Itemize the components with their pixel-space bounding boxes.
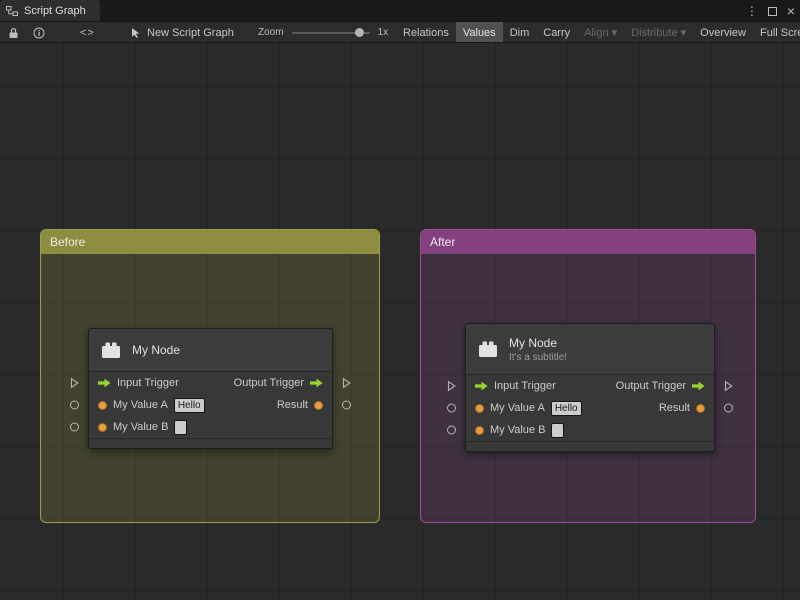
- zoom-slider[interactable]: [291, 27, 370, 37]
- lock-icon[interactable]: [8, 22, 19, 42]
- tab-script-graph[interactable]: Script Graph: [0, 0, 100, 21]
- value-b-port-external[interactable]: [447, 425, 456, 435]
- chevron-down-icon: ▾: [680, 27, 687, 39]
- node-header[interactable]: My Node It's a subtitle!: [466, 324, 714, 375]
- graph-toolbar: <> New Script Graph Zoom 1x Relations Va…: [0, 22, 800, 43]
- distribute-dropdown[interactable]: Distribute ▾: [624, 22, 693, 42]
- value-b-field[interactable]: [174, 419, 188, 435]
- node-title: My Node: [509, 335, 558, 350]
- value-output-icon[interactable]: [696, 403, 705, 413]
- node-my-node-after[interactable]: My Node It's a subtitle! Input Trigger O…: [447, 323, 733, 452]
- output-trigger-port-external[interactable]: [724, 380, 733, 392]
- value-input-icon[interactable]: [475, 425, 484, 435]
- value-b-field[interactable]: [551, 422, 565, 438]
- node-row-value-a: My Value A Hello Result: [447, 397, 733, 419]
- value-b-port-external[interactable]: [70, 422, 79, 432]
- group-before-header[interactable]: Before: [41, 230, 379, 254]
- node-row-value-b: My Value B: [70, 416, 332, 438]
- input-trigger-port-external[interactable]: [70, 377, 79, 389]
- script-graph-icon: [6, 5, 18, 16]
- port-label: Output Trigger: [615, 380, 686, 392]
- node-header[interactable]: My Node: [89, 329, 332, 372]
- graph-canvas[interactable]: Before After My Node Input Trigger Outpu…: [0, 43, 800, 600]
- value-a-port-external[interactable]: [70, 400, 79, 410]
- control-input-icon[interactable]: [98, 378, 111, 388]
- value-a-field[interactable]: Hello: [173, 397, 205, 413]
- graph-pointer-icon: [132, 27, 140, 38]
- node-footer: [466, 441, 714, 451]
- value-a-port-external[interactable]: [447, 403, 456, 413]
- tab-title: Script Graph: [24, 4, 86, 17]
- close-icon[interactable]: ×: [787, 4, 795, 18]
- node-title: My Node: [132, 343, 181, 357]
- chevron-down-icon: ▾: [611, 27, 618, 39]
- port-label: My Value B: [490, 424, 546, 436]
- node-row-triggers: Input Trigger Output Trigger: [447, 375, 733, 397]
- values-button[interactable]: Values: [455, 22, 503, 42]
- group-after-header[interactable]: After: [421, 230, 755, 254]
- control-output-icon[interactable]: [692, 381, 705, 391]
- zoom-slider-handle[interactable]: [354, 27, 364, 37]
- value-a-field[interactable]: Hello: [550, 400, 582, 416]
- dim-button[interactable]: Dim: [503, 22, 537, 42]
- result-port-external[interactable]: [724, 403, 733, 413]
- port-label: My Value A: [490, 402, 545, 414]
- relations-button[interactable]: Relations: [396, 22, 456, 42]
- carry-button[interactable]: Carry: [536, 22, 577, 42]
- value-input-icon[interactable]: [475, 403, 484, 413]
- node-subtitle: It's a subtitle!: [509, 351, 568, 363]
- overview-button[interactable]: Overview: [693, 22, 753, 42]
- port-label: Input Trigger: [494, 380, 556, 392]
- fullscreen-button[interactable]: Full Screen: [753, 22, 800, 42]
- result-port-external[interactable]: [342, 400, 351, 410]
- zoom-value: 1x: [377, 27, 389, 38]
- port-label: Result: [658, 402, 690, 414]
- tab-bar: Script Graph ⋮ ×: [0, 0, 800, 22]
- info-icon[interactable]: [33, 22, 45, 42]
- input-trigger-port-external[interactable]: [447, 380, 456, 392]
- group-title: After: [430, 235, 456, 249]
- node-my-node-before[interactable]: My Node Input Trigger Output Trigger My …: [70, 328, 351, 449]
- port-label: Input Trigger: [117, 377, 179, 389]
- port-label: My Value B: [113, 421, 169, 433]
- port-label: Output Trigger: [233, 377, 304, 389]
- maximize-icon[interactable]: [767, 6, 777, 16]
- group-title: Before: [50, 235, 86, 249]
- node-row-value-a: My Value A Hello Result: [70, 394, 351, 416]
- value-input-icon[interactable]: [98, 400, 107, 410]
- value-input-icon[interactable]: [98, 422, 107, 432]
- unit-brick-icon: [102, 342, 120, 358]
- node-row-value-b: My Value B: [447, 419, 714, 441]
- align-dropdown[interactable]: Align ▾: [577, 22, 624, 42]
- graph-name-label[interactable]: New Script Graph: [147, 27, 234, 39]
- code-icon[interactable]: <>: [80, 22, 95, 42]
- window-menu-icon[interactable]: ⋮: [746, 5, 758, 17]
- node-footer: [89, 438, 332, 448]
- value-output-icon[interactable]: [314, 400, 323, 410]
- port-label: My Value A: [113, 399, 168, 411]
- control-input-icon[interactable]: [475, 381, 488, 391]
- output-trigger-port-external[interactable]: [342, 377, 351, 389]
- control-output-icon[interactable]: [310, 378, 323, 388]
- port-label: Result: [276, 399, 308, 411]
- zoom-label: Zoom: [258, 27, 284, 38]
- unit-brick-icon: [479, 341, 497, 357]
- node-row-triggers: Input Trigger Output Trigger: [70, 372, 351, 394]
